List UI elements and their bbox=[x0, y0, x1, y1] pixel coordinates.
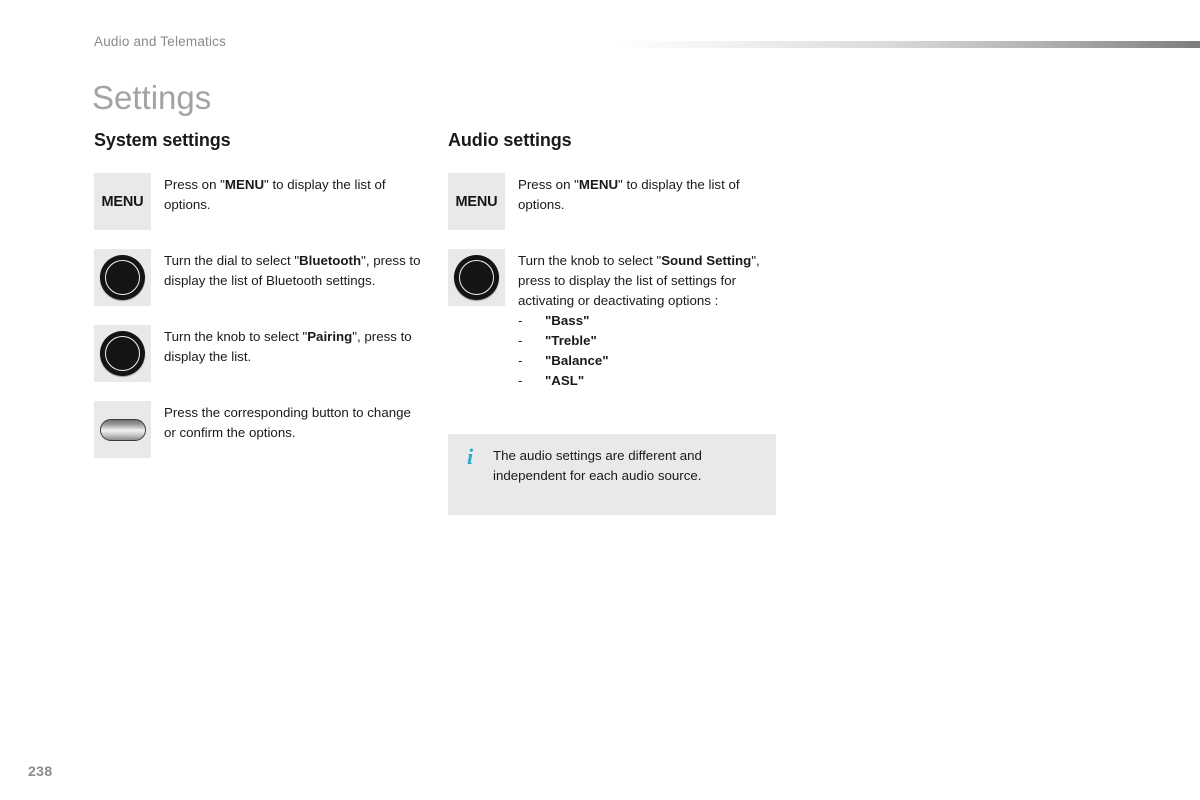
list-item-label: "Treble" bbox=[545, 333, 597, 348]
knob-graphic bbox=[100, 331, 145, 376]
instruction-text: Turn the dial to select "Bluetooth", pre… bbox=[164, 249, 424, 291]
manual-page: Audio and Telematics Settings System set… bbox=[0, 0, 1200, 800]
instruction-row: MENU Press on "MENU" to display the list… bbox=[94, 173, 424, 230]
list-item: - "Treble" bbox=[518, 331, 788, 351]
text-prefix: Turn the knob to select " bbox=[518, 253, 662, 268]
audio-settings-column: Audio settings MENU Press on "MENU" to d… bbox=[448, 130, 788, 410]
knob-graphic bbox=[100, 255, 145, 300]
pill-button-graphic bbox=[99, 418, 146, 441]
info-callout: i The audio settings are different and i… bbox=[448, 434, 776, 515]
text-emphasis: MENU bbox=[578, 177, 619, 192]
list-dash: - bbox=[518, 373, 523, 388]
list-dash: - bbox=[518, 313, 523, 328]
instruction-row: Press the corresponding button to change… bbox=[94, 401, 424, 458]
list-item: - "Bass" bbox=[518, 311, 788, 331]
instruction-row: MENU Press on "MENU" to display the list… bbox=[448, 173, 788, 230]
list-item: - "ASL" bbox=[518, 371, 788, 391]
page-number: 238 bbox=[28, 763, 53, 779]
push-button-icon bbox=[94, 401, 151, 458]
text-prefix: Turn the dial to select " bbox=[164, 253, 300, 268]
section-heading-audio-settings: Audio settings bbox=[448, 130, 572, 150]
instruction-row: Turn the dial to select "Bluetooth", pre… bbox=[94, 249, 424, 306]
page-title: Settings bbox=[92, 79, 212, 116]
menu-key-icon: MENU bbox=[94, 173, 151, 230]
sound-setting-option-list: - "Bass" - "Treble" - "Balance" - "ASL" bbox=[518, 311, 788, 391]
information-icon: i bbox=[466, 444, 474, 469]
system-settings-column: System settings MENU Press on "MENU" to … bbox=[94, 130, 424, 477]
instruction-row: Turn the knob to select "Sound Setting",… bbox=[448, 249, 788, 391]
text-prefix: Turn the knob to select " bbox=[164, 329, 308, 344]
menu-key-label: MENU bbox=[101, 193, 144, 210]
list-item-label: "Balance" bbox=[545, 353, 609, 368]
menu-key-label: MENU bbox=[455, 193, 498, 210]
rotary-knob-icon bbox=[94, 249, 151, 306]
knob-graphic bbox=[454, 255, 499, 300]
instruction-text: Turn the knob to select "Sound Setting",… bbox=[518, 249, 788, 391]
text-emphasis: Pairing bbox=[307, 329, 353, 344]
text-emphasis: Sound Setting bbox=[661, 253, 752, 268]
rotary-knob-icon bbox=[94, 325, 151, 382]
list-item-label: "ASL" bbox=[545, 373, 585, 388]
instruction-text: Turn the knob to select "Pairing", press… bbox=[164, 325, 424, 367]
instruction-text: Press the corresponding button to change… bbox=[164, 401, 424, 443]
list-item: - "Balance" bbox=[518, 351, 788, 371]
menu-key-icon: MENU bbox=[448, 173, 505, 230]
text-prefix: Press on " bbox=[518, 177, 579, 192]
text-prefix: Press on " bbox=[164, 177, 225, 192]
section-heading-system-settings: System settings bbox=[94, 130, 231, 150]
chapter-title: Audio and Telematics bbox=[94, 34, 227, 49]
instruction-row: Turn the knob to select "Pairing", press… bbox=[94, 325, 424, 382]
header-gradient-rule bbox=[615, 41, 1200, 48]
rotary-knob-icon bbox=[448, 249, 505, 306]
instruction-text: Press on "MENU" to display the list of o… bbox=[518, 173, 788, 215]
instruction-text: Press on "MENU" to display the list of o… bbox=[164, 173, 424, 215]
list-dash: - bbox=[518, 353, 523, 368]
text-emphasis: Bluetooth bbox=[299, 253, 362, 268]
text-prefix: Press the corresponding button to change… bbox=[164, 405, 411, 440]
list-dash: - bbox=[518, 333, 523, 348]
list-item-label: "Bass" bbox=[545, 313, 590, 328]
text-emphasis: MENU bbox=[224, 177, 265, 192]
info-callout-text: The audio settings are different and ind… bbox=[493, 448, 702, 483]
